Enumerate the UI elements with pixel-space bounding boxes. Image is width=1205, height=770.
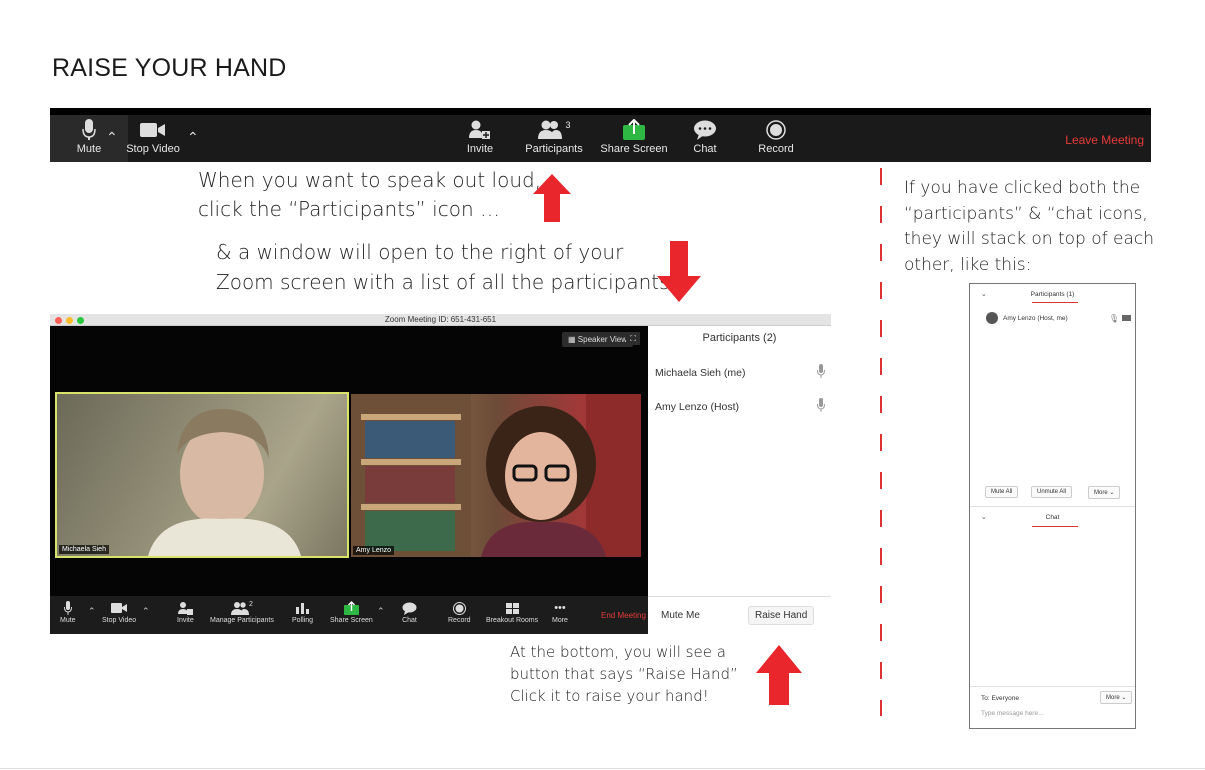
mute-all-button[interactable]: Mute All bbox=[985, 486, 1019, 498]
video-options-caret-icon[interactable]: ⌃ bbox=[187, 129, 199, 146]
chat-bubble-icon bbox=[693, 119, 717, 141]
breakout-rooms-button[interactable]: Breakout Rooms bbox=[486, 601, 538, 624]
stop-video-button[interactable]: Stop Video bbox=[102, 601, 136, 624]
bar-chart-icon bbox=[296, 601, 309, 615]
step3-instruction: At the bottom, you will see a button tha… bbox=[510, 643, 738, 705]
mute-button[interactable]: Mute bbox=[60, 601, 76, 624]
record-icon bbox=[766, 119, 786, 141]
invite-person-icon bbox=[177, 601, 193, 615]
dashed-divider bbox=[880, 168, 882, 716]
chat-bubble-icon bbox=[402, 601, 417, 615]
chat-message-input[interactable]: Type message here... bbox=[981, 710, 1044, 717]
step1-instruction: When you want to speak out loud, click t… bbox=[198, 168, 542, 221]
share-options-caret-icon[interactable]: ⌃ bbox=[377, 606, 385, 617]
record-button[interactable]: Record bbox=[448, 601, 471, 624]
chat-panel-title: Chat bbox=[1045, 514, 1060, 521]
chat-more-button[interactable]: More ⌄ bbox=[1100, 691, 1133, 704]
unmute-all-button[interactable]: Unmute All bbox=[1031, 486, 1073, 498]
more-button[interactable]: ••• More bbox=[552, 601, 568, 624]
share-screen-icon bbox=[622, 119, 646, 141]
page-title: RAISE YOUR HAND bbox=[52, 54, 287, 82]
share-screen-button[interactable]: Share Screen bbox=[330, 601, 373, 624]
participants-button[interactable]: 3 Participants bbox=[525, 119, 582, 155]
chat-button[interactable]: Chat bbox=[402, 601, 417, 624]
audio-options-caret-icon[interactable]: ⌃ bbox=[106, 129, 118, 146]
participant-video-image bbox=[351, 394, 641, 557]
window-titlebar: Zoom Meeting ID: 651-431-651 bbox=[50, 314, 831, 326]
video-tile-amy[interactable]: Amy Lenzo bbox=[351, 394, 641, 557]
share-screen-icon bbox=[343, 601, 359, 615]
participant-video-image bbox=[148, 409, 301, 556]
avatar bbox=[986, 312, 998, 324]
invite-person-icon bbox=[469, 119, 491, 141]
participant-name-label: Amy Lenzo bbox=[353, 546, 395, 555]
end-meeting-button[interactable]: End Meeting bbox=[601, 611, 646, 620]
video-gallery: ▦ Speaker View ⛶ Michaela Sieh Amy Lenzo bbox=[50, 326, 648, 634]
video-camera-icon bbox=[111, 601, 128, 615]
chat-button[interactable]: Chat bbox=[690, 119, 720, 155]
participant-name-label: Michaela Sieh bbox=[59, 545, 109, 554]
meeting-controls-bar: Mute ⌃ Stop Video ⌃ Invite 2 Manage Part… bbox=[50, 596, 648, 634]
microphone-icon bbox=[82, 119, 96, 141]
microphone-icon: 🎙 bbox=[1108, 313, 1119, 323]
video-options-caret-icon[interactable]: ⌃ bbox=[142, 606, 150, 617]
up-arrow-icon bbox=[533, 174, 571, 222]
chat-recipient-selector[interactable]: To: Everyone bbox=[981, 695, 1019, 702]
more-options-button[interactable]: More ⌄ bbox=[1088, 486, 1121, 499]
participants-panel-title: Participants (1) bbox=[1030, 291, 1075, 298]
share-screen-button[interactable]: Share Screen bbox=[600, 119, 668, 155]
participants-panel: Participants (2) Michaela Sieh (me) Amy … bbox=[648, 326, 831, 634]
tab-underline bbox=[1032, 526, 1078, 527]
mute-me-button[interactable]: Mute Me bbox=[654, 606, 707, 625]
video-camera-icon bbox=[1122, 315, 1131, 321]
participant-row[interactable]: Amy Lenzo (Host, me) 🎙 bbox=[986, 312, 1131, 324]
participant-row[interactable]: Michaela Sieh (me) bbox=[655, 364, 825, 381]
participants-panel-footer: Mute Me Raise Hand bbox=[648, 596, 831, 634]
audio-options-caret-icon[interactable]: ⌃ bbox=[88, 606, 96, 617]
up-arrow-icon bbox=[756, 645, 802, 705]
raise-hand-button[interactable]: Raise Hand bbox=[748, 606, 815, 625]
fullscreen-icon[interactable]: ⛶ bbox=[626, 332, 640, 345]
video-camera-icon bbox=[140, 119, 166, 141]
zoom-toolbar: Mute ⌃ Stop Video ⌃ Invite 3 Participant… bbox=[50, 108, 1151, 162]
microphone-icon bbox=[63, 601, 72, 615]
stacked-panels: ⌄ Participants (1) Amy Lenzo (Host, me) … bbox=[969, 283, 1136, 729]
invite-button[interactable]: Invite bbox=[177, 601, 194, 624]
breakout-grid-icon bbox=[505, 601, 519, 615]
record-icon bbox=[452, 601, 466, 615]
chevron-down-icon: ⌄ bbox=[1121, 695, 1127, 701]
panel-divider bbox=[970, 506, 1135, 507]
polling-button[interactable]: Polling bbox=[292, 601, 313, 624]
participants-icon: 2 bbox=[230, 601, 253, 615]
microphone-icon bbox=[817, 364, 825, 381]
speaker-view-button[interactable]: ▦ Speaker View bbox=[562, 332, 634, 347]
more-dots-icon: ••• bbox=[554, 602, 566, 614]
participants-icon: 3 bbox=[537, 119, 571, 141]
record-button[interactable]: Record bbox=[756, 119, 796, 155]
tab-underline bbox=[1032, 302, 1078, 303]
zoom-meeting-window: Zoom Meeting ID: 651-431-651 ▦ Speaker V… bbox=[50, 314, 831, 634]
invite-button[interactable]: Invite bbox=[460, 119, 500, 155]
leave-meeting-button[interactable]: Leave Meeting bbox=[1065, 133, 1144, 147]
chevron-down-icon: ⌄ bbox=[1109, 490, 1115, 496]
side-note: If you have clicked both the “participan… bbox=[904, 178, 1155, 275]
participant-row[interactable]: Amy Lenzo (Host) bbox=[655, 398, 825, 415]
manage-participants-button[interactable]: 2 Manage Participants bbox=[210, 601, 274, 625]
stop-video-button[interactable]: Stop Video bbox=[126, 119, 180, 155]
page-bottom-rule bbox=[0, 768, 1205, 769]
grid-icon: ▦ bbox=[568, 335, 576, 344]
window-title: Zoom Meeting ID: 651-431-651 bbox=[384, 315, 497, 324]
participants-panel-title: Participants (2) bbox=[702, 332, 777, 344]
down-arrow-icon bbox=[657, 241, 701, 302]
microphone-icon bbox=[817, 398, 825, 415]
step2-instruction: & a window will open to the right of you… bbox=[216, 240, 677, 294]
video-tile-michaela[interactable]: Michaela Sieh bbox=[55, 392, 349, 558]
panel-divider bbox=[970, 686, 1135, 687]
